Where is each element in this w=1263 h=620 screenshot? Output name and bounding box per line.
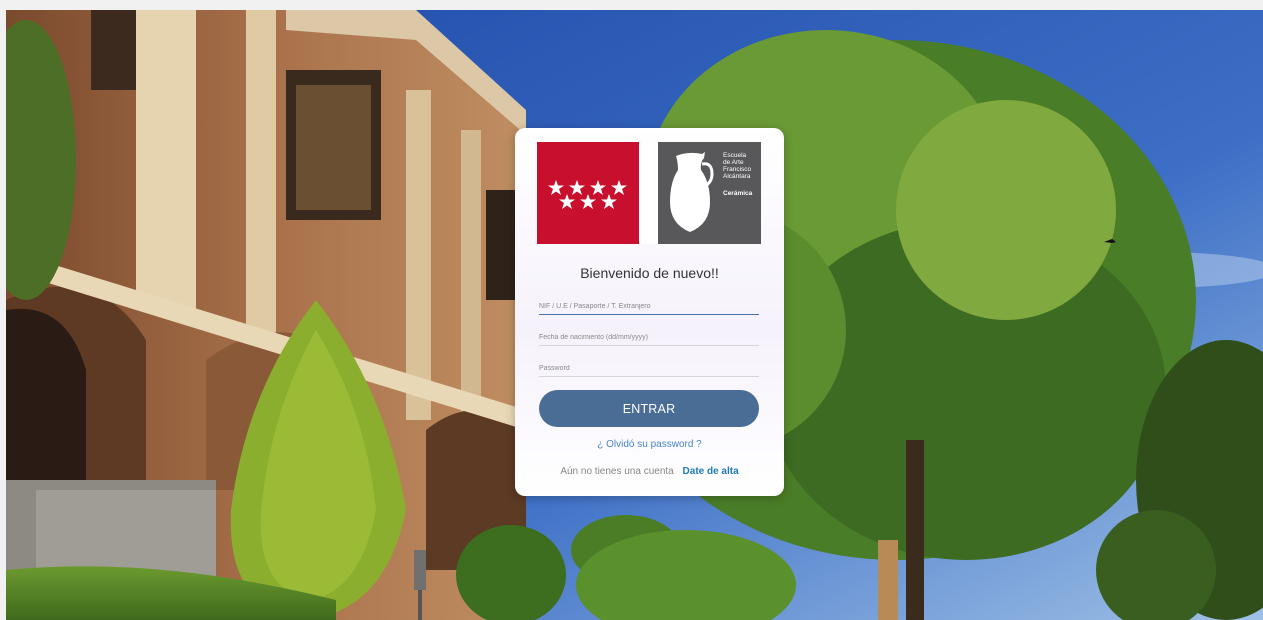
top-strip: [0, 0, 1263, 10]
left-strip: [0, 0, 6, 620]
school-logo: Escuela de Arte Francisco Alcántara Cerá…: [658, 142, 761, 244]
birth-date-input[interactable]: [539, 329, 759, 346]
forgot-password-link[interactable]: ¿ Olvidó su password ?: [515, 439, 784, 450]
login-page: Escuela de Arte Francisco Alcántara Cerá…: [0, 0, 1263, 620]
signup-link[interactable]: Date de alta: [683, 466, 739, 477]
enter-button[interactable]: ENTRAR: [539, 390, 759, 427]
logo-separator: [639, 142, 658, 244]
password-input[interactable]: [539, 360, 759, 377]
seven-stars-icon: [548, 180, 627, 209]
school-subtitle: Cerámica: [723, 190, 753, 197]
id-document-input[interactable]: [539, 298, 759, 315]
welcome-heading: Bienvenido de nuevo!!: [580, 265, 719, 281]
madrid-flag-logo: [537, 142, 639, 244]
logo-banner: Escuela de Arte Francisco Alcántara Cerá…: [537, 142, 761, 244]
no-account-text: Aún no tienes una cuenta: [560, 466, 674, 477]
signup-row: Aún no tienes una cuenta Date de alta: [515, 466, 784, 477]
login-card: Escuela de Arte Francisco Alcántara Cerá…: [515, 128, 784, 496]
pitcher-icon: [670, 152, 714, 232]
school-name: Escuela de Arte Francisco Alcántara: [723, 152, 752, 180]
